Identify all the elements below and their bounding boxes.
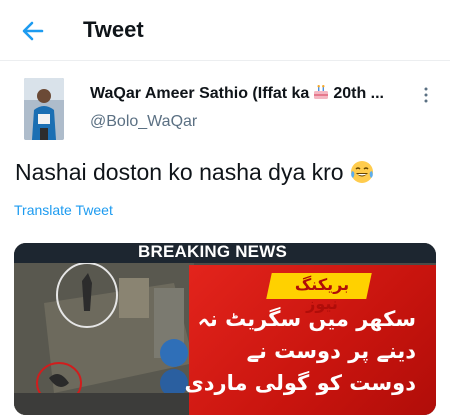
page-title: Tweet xyxy=(83,17,144,42)
tears-of-joy-icon xyxy=(350,161,373,183)
caption-line-1: سکھر میں سگریٹ نہ xyxy=(197,307,416,331)
author-name-start: WaQar Ameer Sathio (Iffat ka xyxy=(90,85,310,102)
caption-line-3: دوست کو گولی ماردی xyxy=(184,371,416,395)
avatar[interactable] xyxy=(24,78,64,140)
birthday-cake-icon xyxy=(314,85,329,99)
tweet-body: Nashai doston ko nasha dya kro xyxy=(15,159,344,185)
translate-tweet-link[interactable]: Translate Tweet xyxy=(14,202,113,218)
top-bar: Tweet xyxy=(0,0,450,61)
author-name-end: 20th ... xyxy=(333,85,384,102)
caption-line-2: دینے پر دوست نے xyxy=(246,339,416,363)
tweet-media[interactable]: BREAKING NEWS بریکنگ نیوز سکھر میں سگریٹ… xyxy=(14,243,436,415)
tweet-text: Nashai doston ko nasha dya kro xyxy=(15,159,374,186)
more-options-icon[interactable] xyxy=(422,86,430,104)
breaking-news-label: BREAKING NEWS xyxy=(138,243,287,261)
breaking-news-bar: BREAKING NEWS xyxy=(14,243,436,263)
author-name[interactable]: WaQar Ameer Sathio (Iffat ka 20th ... xyxy=(90,84,384,103)
author-handle[interactable]: @Bolo_WaQar xyxy=(90,113,197,131)
arrow-left-icon[interactable] xyxy=(18,16,48,46)
